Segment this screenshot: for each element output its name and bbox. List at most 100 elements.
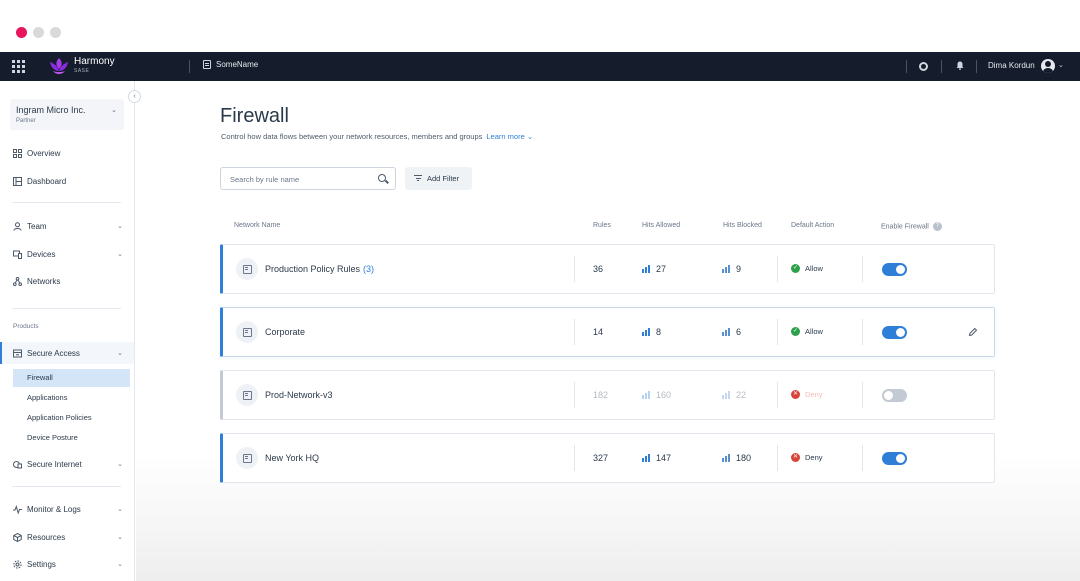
topbar-divider — [941, 60, 942, 73]
pencil-icon[interactable] — [968, 327, 978, 337]
network-name-text: Corporate — [265, 327, 306, 337]
sidebar-item-label: Secure Internet — [27, 459, 82, 469]
enable-firewall-toggle[interactable] — [882, 263, 907, 276]
sidebar-item-secure-internet[interactable]: Secure Internet ⌄ — [0, 453, 134, 475]
org-name: Ingram Micro Inc. — [16, 105, 86, 115]
network-name[interactable]: Production Policy Rules (3) — [265, 264, 374, 274]
hits-allowed: 147 — [642, 453, 671, 463]
learn-more-label: Learn more — [486, 132, 525, 141]
enable-firewall-toggle[interactable] — [882, 452, 907, 465]
network-icon — [236, 258, 258, 280]
network-icon — [236, 447, 258, 469]
org-selector[interactable]: Ingram Micro Inc. Partner ⌄ — [10, 99, 124, 130]
sidebar-item-secure-access[interactable]: Secure Access ⌄ — [0, 342, 134, 364]
enable-firewall-toggle[interactable] — [882, 389, 907, 402]
enable-firewall-toggle[interactable] — [882, 326, 907, 339]
bell-icon[interactable] — [956, 61, 964, 70]
x-circle-icon: ✕ — [791, 453, 800, 462]
sidebar-item-settings[interactable]: Settings ⌄ — [0, 553, 134, 575]
column-header-default-action: Default Action — [791, 222, 835, 229]
user-avatar-icon[interactable] — [1041, 59, 1055, 73]
search-icon — [378, 174, 386, 182]
sidebar-item-team[interactable]: Team ⌄ — [0, 215, 134, 237]
column-divider — [862, 319, 863, 345]
sidebar-item-networks[interactable]: Networks — [0, 270, 134, 292]
column-divider — [574, 256, 575, 282]
chevron-down-icon: ⌄ — [117, 461, 123, 468]
window-minimize-button[interactable] — [33, 27, 44, 38]
default-action-value: Deny — [805, 453, 823, 462]
chevron-down-icon: ⌄ — [117, 506, 123, 513]
tenant-name: SomeName — [216, 60, 259, 69]
sidebar-divider — [12, 202, 121, 203]
org-role: Partner — [16, 118, 36, 124]
column-divider — [862, 256, 863, 282]
hits-allowed-value: 8 — [656, 327, 662, 337]
default-action: ✓ Allow — [791, 264, 823, 273]
window-maximize-button[interactable] — [50, 27, 61, 38]
page-description: Control how data flows between your netw… — [221, 132, 533, 141]
network-icon — [236, 321, 258, 343]
default-action-value: Allow — [805, 327, 823, 336]
hits-blocked-value: 180 — [736, 453, 752, 463]
enable-firewall-label: Enable Firewall — [881, 223, 929, 231]
user-name[interactable]: Dima Kordun — [988, 61, 1035, 70]
sidebar-subitem-device-posture[interactable]: Device Posture — [13, 429, 130, 447]
chevron-down-icon: ⌄ — [117, 534, 123, 541]
default-action-value: Allow — [805, 264, 823, 273]
search-input[interactable]: Search by rule name — [220, 167, 396, 190]
table-row[interactable]: New York HQ 327 147 180 ✕ Deny — [220, 433, 995, 483]
chevron-down-icon: ⌄ — [117, 350, 123, 357]
sidebar-item-devices[interactable]: Devices ⌄ — [0, 243, 134, 265]
check-circle-icon: ✓ — [791, 264, 800, 273]
chevron-down-icon: ⌄ — [526, 132, 534, 141]
hits-blocked: 22 — [722, 390, 746, 400]
devices-icon — [13, 250, 22, 259]
column-header-network-name: Network Name — [234, 222, 281, 229]
rules-count: 14 — [593, 327, 604, 337]
harmony-logo-icon — [50, 58, 68, 74]
table-row[interactable]: Prod-Network-v3 182 160 22 ✕ Deny — [220, 370, 995, 420]
hits-allowed: 27 — [642, 264, 666, 274]
cube-icon — [13, 532, 22, 542]
network-name[interactable]: New York HQ — [265, 453, 319, 463]
chevron-down-icon[interactable]: ⌄ — [1058, 61, 1064, 69]
sidebar-subitem-firewall[interactable]: Firewall — [13, 369, 130, 387]
window-close-button[interactable] — [16, 27, 27, 38]
sidebar-subitem-applications[interactable]: Applications — [13, 389, 130, 407]
sidebar-item-label: Networks — [27, 276, 61, 286]
sidebar-item-label: Secure Access — [27, 348, 80, 358]
rules-count: 182 — [593, 390, 609, 400]
tenant-selector[interactable]: SomeName — [203, 60, 258, 69]
network-name[interactable]: Prod-Network-v3 — [265, 390, 333, 400]
learn-more-link[interactable]: Learn more ⌄ — [486, 132, 533, 141]
network-icon — [236, 384, 258, 406]
add-filter-button[interactable]: Add Filter — [405, 167, 472, 190]
column-divider — [862, 382, 863, 408]
column-header-rules: Rules — [593, 222, 611, 229]
help-icon[interactable]: ? — [932, 222, 942, 231]
building-icon — [203, 60, 211, 69]
default-action: ✕ Deny — [791, 453, 823, 462]
table-row[interactable]: Corporate 14 8 6 ✓ Allow — [220, 307, 995, 357]
column-divider — [574, 382, 575, 408]
hits-blocked-value: 9 — [736, 264, 742, 274]
sidebar-subitem-application-policies[interactable]: Application Policies — [13, 409, 130, 427]
sidebar-item-dashboard[interactable]: Dashboard — [0, 170, 134, 192]
chevron-down-icon: ⌄ — [117, 251, 123, 258]
hits-allowed: 8 — [642, 327, 661, 337]
hits-blocked: 180 — [722, 453, 751, 463]
app-launcher-icon[interactable] — [12, 60, 26, 73]
main-content: Firewall Control how data flows between … — [136, 81, 1080, 581]
help-icon[interactable] — [919, 62, 928, 71]
table-row[interactable]: Production Policy Rules (3) 36 27 9 ✓ Allo… — [220, 244, 995, 294]
sidebar-item-resources[interactable]: Resources ⌄ — [0, 526, 134, 548]
network-name[interactable]: Corporate — [265, 327, 305, 337]
bar-chart-icon — [642, 265, 651, 273]
sidebar-item-label: Team — [27, 221, 47, 231]
rule-count-badge: (3) — [363, 264, 375, 274]
sidebar-item-monitor-logs[interactable]: Monitor & Logs ⌄ — [0, 498, 134, 520]
bar-chart-icon — [722, 328, 731, 336]
collapse-sidebar-button[interactable]: ‹ — [128, 90, 141, 103]
sidebar-item-overview[interactable]: Overview — [0, 142, 134, 164]
